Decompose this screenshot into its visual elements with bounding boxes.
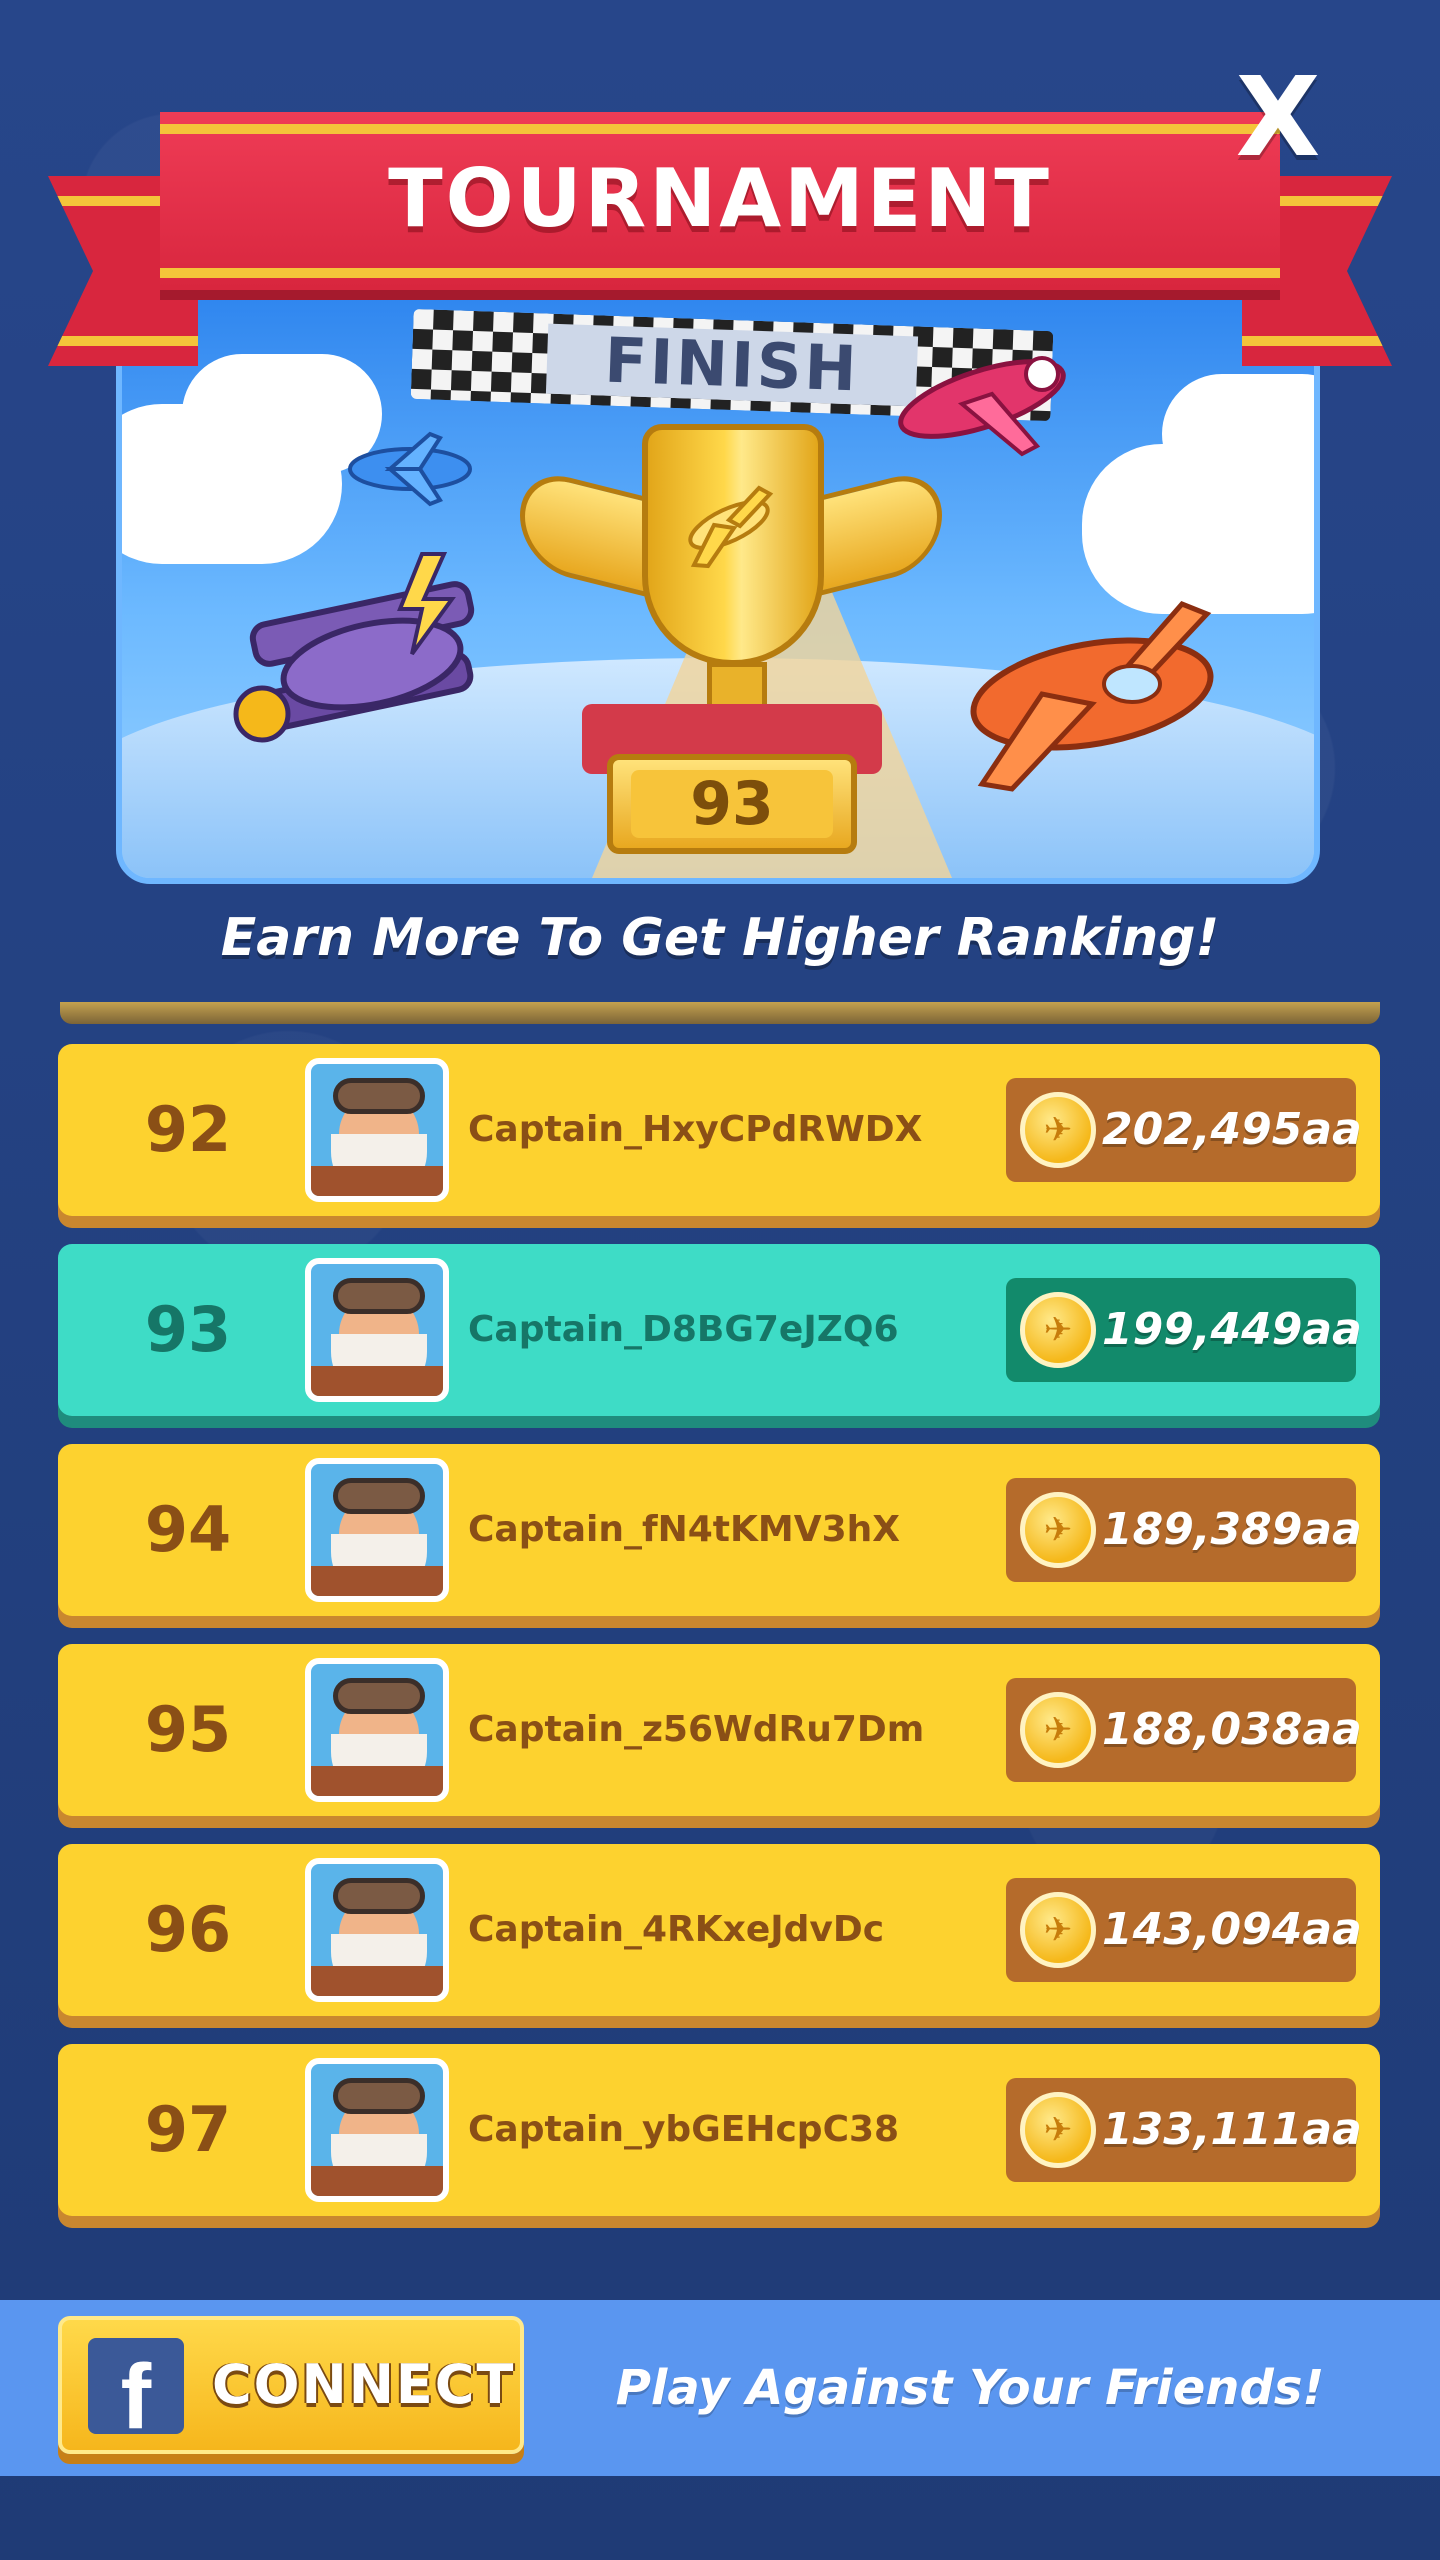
- score-badge: ✈ 202,495aa: [1006, 1078, 1362, 1182]
- list-divider: [60, 1002, 1380, 1024]
- trophy-base: 93: [607, 754, 857, 854]
- trophy-icon: [642, 424, 824, 666]
- player-name: Captain_ybGEHcpC38: [468, 2109, 900, 2150]
- score-badge: ✈ 199,449aa: [1006, 1278, 1362, 1382]
- facebook-icon: f: [88, 2338, 184, 2434]
- rank-number: 96: [144, 1893, 232, 1966]
- score-badge: ✈ 143,094aa: [1006, 1878, 1362, 1982]
- avatar: [305, 1858, 449, 2002]
- leaderboard-row-current-player[interactable]: 93 Captain_D8BG7eJZQ6 ✈ 199,449aa: [58, 1244, 1380, 1416]
- coin-icon: ✈: [1020, 1692, 1096, 1768]
- orange-plane-icon: [970, 601, 1214, 792]
- trophy-rank: 93: [631, 770, 833, 838]
- leaderboard-row[interactable]: 95 Captain_z56WdRu7Dm ✈ 188,038aa: [58, 1644, 1380, 1816]
- avatar: [305, 1058, 449, 1202]
- score-value: 133,111aa: [1102, 2104, 1362, 2155]
- rank-number: 97: [144, 2093, 232, 2166]
- purple-biplane-icon: [233, 552, 475, 743]
- avatar: [305, 1658, 449, 1802]
- coin-icon: ✈: [1020, 1092, 1096, 1168]
- score-value: 189,389aa: [1102, 1504, 1362, 1555]
- score-value: 188,038aa: [1102, 1704, 1362, 1755]
- score-badge: ✈ 133,111aa: [1006, 2078, 1362, 2182]
- avatar: [305, 2058, 449, 2202]
- coin-icon: ✈: [1020, 1892, 1096, 1968]
- page-title: TOURNAMENT: [388, 152, 1052, 245]
- avatar: [305, 1258, 449, 1402]
- rank-number: 93: [144, 1293, 232, 1366]
- hero-illustration: FINISH 93: [116, 278, 1320, 884]
- coin-icon: ✈: [1020, 1492, 1096, 1568]
- player-name: Captain_HxyCPdRWDX: [468, 1109, 923, 1150]
- player-name: Captain_4RKxeJdvDc: [468, 1909, 885, 1950]
- leaderboard-row[interactable]: 97 Captain_ybGEHcpC38 ✈ 133,111aa: [58, 2044, 1380, 2216]
- footer-promo-text: Play Against Your Friends!: [615, 2360, 1325, 2416]
- leaderboard-row[interactable]: 92 Captain_HxyCPdRWDX ✈ 202,495aa: [58, 1044, 1380, 1216]
- score-value: 202,495aa: [1102, 1104, 1362, 1155]
- leaderboard-row[interactable]: 96 Captain_4RKxeJdvDc ✈ 143,094aa: [58, 1844, 1380, 2016]
- leaderboard-row[interactable]: 94 Captain_fN4tKMV3hX ✈ 189,389aa: [58, 1444, 1380, 1616]
- player-name: Captain_z56WdRu7Dm: [468, 1709, 925, 1750]
- ranking-subtitle: Earn More To Get Higher Ranking!: [220, 908, 1220, 968]
- score-value: 143,094aa: [1102, 1904, 1362, 1955]
- rank-number: 95: [144, 1693, 232, 1766]
- footer-bar: f CONNECT Play Against Your Friends!: [0, 2300, 1440, 2476]
- score-value: 199,449aa: [1102, 1304, 1362, 1355]
- connect-label: CONNECT: [212, 2353, 516, 2416]
- title-banner: TOURNAMENT: [160, 112, 1280, 290]
- facebook-connect-button[interactable]: f CONNECT: [58, 2316, 524, 2454]
- score-badge: ✈ 188,038aa: [1006, 1678, 1362, 1782]
- player-name: Captain_fN4tKMV3hX: [468, 1509, 901, 1550]
- score-badge: ✈ 189,389aa: [1006, 1478, 1362, 1582]
- coin-icon: ✈: [1020, 2092, 1096, 2168]
- avatar: [305, 1458, 449, 1602]
- close-button[interactable]: X: [1228, 62, 1328, 172]
- plane-icon: [688, 485, 774, 569]
- finish-label: FINISH: [545, 323, 919, 407]
- rank-number: 92: [144, 1093, 232, 1166]
- blue-plane-icon: [348, 431, 472, 507]
- cloud: [1162, 374, 1314, 494]
- rank-number: 94: [144, 1493, 232, 1566]
- player-name: Captain_D8BG7eJZQ6: [468, 1309, 899, 1350]
- pink-plane-icon: [898, 356, 1066, 457]
- coin-icon: ✈: [1020, 1292, 1096, 1368]
